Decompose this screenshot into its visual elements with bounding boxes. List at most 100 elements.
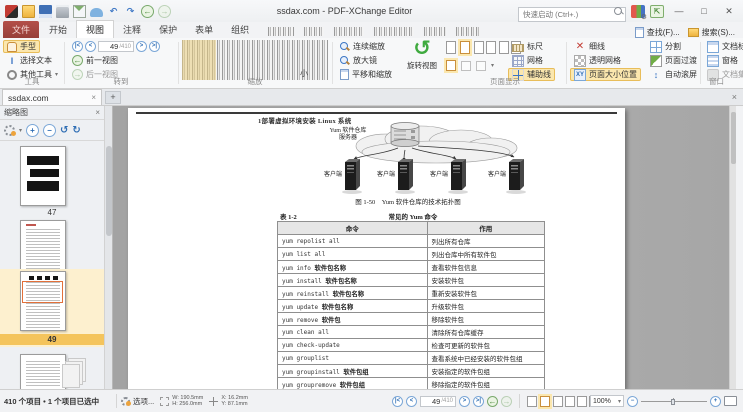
select-text-button[interactable]: I 选择文本 <box>3 54 56 67</box>
tab-home[interactable]: 开始 <box>40 21 76 38</box>
rotate-cw-icon[interactable]: ↻ <box>72 125 80 136</box>
prev-page-button[interactable]: < <box>85 41 96 52</box>
single-page-continuous-icon[interactable] <box>540 396 550 407</box>
continuous-zoom-button[interactable]: 连续缩放 <box>336 40 389 53</box>
loupe-button[interactable]: 放大镜 <box>336 54 381 67</box>
hand-tool-button[interactable]: 手型 <box>3 40 40 53</box>
next-page-button[interactable]: > <box>459 396 470 407</box>
save-icon[interactable] <box>39 5 52 18</box>
email-icon[interactable] <box>73 5 86 18</box>
single-page-continuous-icon[interactable] <box>460 41 470 54</box>
redo-icon[interactable]: ↷ <box>124 5 137 18</box>
tab-comment[interactable]: 注释 <box>114 21 150 38</box>
last-page-button[interactable]: >| <box>149 41 160 52</box>
first-page-button[interactable]: |< <box>72 41 83 52</box>
page-order-alt-icon[interactable] <box>476 61 486 71</box>
new-tab-button[interactable]: + <box>105 91 121 104</box>
close-tab-icon[interactable]: × <box>91 93 96 102</box>
fit-page-icon[interactable] <box>724 396 737 406</box>
zoom-out-button[interactable]: − <box>627 396 638 407</box>
title-bar: ↶ ↷ ← → ssdax.com - PDF-XChange Editor ⇱… <box>0 0 743 22</box>
last-page-button[interactable]: >| <box>473 396 484 407</box>
document-tab[interactable]: ssdax.com × <box>2 89 102 105</box>
close-panel-icon[interactable]: × <box>95 108 100 117</box>
ui-options-icon[interactable] <box>631 5 645 18</box>
scrolling-mode-icon[interactable] <box>446 60 456 71</box>
ruler-button[interactable]: 标尺 <box>508 40 547 53</box>
table-row: yum groupremove 软件包组移除指定的软件包组 <box>278 378 545 390</box>
zoom-in-button[interactable]: + <box>710 396 721 407</box>
next-page-button[interactable]: > <box>136 41 147 52</box>
back-view-icon[interactable]: ← <box>141 5 154 18</box>
tab-protect[interactable]: 保护 <box>150 21 186 38</box>
table-row: yum reinstall 软件包名称重新安装软件包 <box>278 287 545 300</box>
close-icon[interactable]: × <box>732 92 743 105</box>
zoom-in-thumbs-button[interactable]: + <box>26 124 39 137</box>
single-page-icon[interactable] <box>527 396 537 407</box>
open-icon[interactable] <box>22 5 35 18</box>
next-view-icon[interactable]: → <box>501 396 512 407</box>
prev-page-button[interactable]: < <box>406 396 417 407</box>
zoom-out-thumbs-button[interactable]: − <box>43 124 56 137</box>
thumbnail-page-50[interactable] <box>20 354 66 389</box>
ribbon-tab-row: 文件 开始 视图 注释 保护 表单 组织 查找(F)... 搜索(S)... <box>0 22 743 38</box>
app-logo-icon <box>5 5 18 18</box>
document-scrollbar[interactable] <box>729 106 736 389</box>
rotate-ccw-icon[interactable]: ↺ <box>60 125 68 136</box>
search-button[interactable]: 搜索(S)... <box>688 27 735 38</box>
sidebar-scrollbar[interactable] <box>104 106 112 389</box>
grid-button[interactable]: 网格 <box>508 54 547 67</box>
page-transition-button[interactable]: 页面过渡 <box>646 54 701 67</box>
fullscreen-icon[interactable]: ⇱ <box>650 5 664 18</box>
zoom-slider-thumb[interactable] <box>671 399 675 405</box>
minimize-button[interactable]: — <box>669 4 689 19</box>
page-number-box[interactable]: 49 /410 <box>420 396 456 407</box>
two-pages-icon[interactable] <box>553 396 563 407</box>
document-tabs-button[interactable]: 文档标签页 <box>703 40 743 53</box>
quick-launch-input[interactable] <box>518 7 626 22</box>
tab-file[interactable]: 文件 <box>3 21 39 38</box>
previous-view-icon[interactable]: ← <box>487 396 498 407</box>
document-scroll-thumb[interactable] <box>731 112 736 164</box>
single-page-icon[interactable] <box>446 41 456 54</box>
transparency-grid-button[interactable]: 透明网格 <box>570 54 625 67</box>
loupe-label: 放大镜 <box>353 55 377 66</box>
thin-lines-button[interactable]: ✕ 细线 <box>570 40 609 53</box>
pan-zoom-button[interactable]: 平移和缩放 <box>336 68 396 81</box>
viewport-rect[interactable] <box>22 281 63 303</box>
page-order-icon[interactable] <box>461 61 471 71</box>
document-view[interactable]: 1部署虚拟环境安装 Linux 系统 <box>113 106 736 389</box>
quick-launch-search[interactable] <box>518 4 626 19</box>
zoom-value: 100% <box>593 398 611 405</box>
two-pages-continuous-icon[interactable] <box>577 396 587 407</box>
glitch-tab-3 <box>334 27 364 36</box>
zoom-slider[interactable] <box>641 396 707 407</box>
document-tab-label: ssdax.com <box>8 93 49 103</box>
undo-icon[interactable]: ↶ <box>107 5 120 18</box>
zoom-level-box[interactable]: 100% ▾ <box>590 395 624 407</box>
thumbnail-page-49[interactable] <box>20 271 66 331</box>
tab-form[interactable]: 表单 <box>186 21 222 38</box>
pdf-page[interactable]: 1部署虚拟环境安装 Linux 系统 <box>128 108 625 389</box>
rotate-view-button[interactable]: ↺ 旋转视图 <box>402 38 442 71</box>
options-button[interactable]: 选项... <box>121 396 154 407</box>
tab-organize[interactable]: 组织 <box>222 21 258 38</box>
previous-view-button[interactable]: ← 前一视图 <box>68 54 122 67</box>
page-number-box[interactable]: 49 /410 <box>98 41 134 52</box>
thumbnail-page-47[interactable] <box>20 146 66 206</box>
two-pages-icon[interactable] <box>474 41 484 54</box>
options-gear-icon[interactable] <box>4 125 15 136</box>
page-size-button[interactable]: XY 页面大小位置 <box>570 68 641 81</box>
split-button[interactable]: 分割 <box>646 40 685 53</box>
status-bar: 410 个项目 • 1 个项目已选中 选项... W: 190.5mmH: 25… <box>0 389 743 412</box>
tab-view[interactable]: 视图 <box>76 20 114 38</box>
cloud-upload-icon[interactable] <box>90 8 103 17</box>
pan-zoom-label: 平移和缩放 <box>352 69 392 80</box>
panes-button[interactable]: 窗格 <box>703 54 742 67</box>
first-page-button[interactable]: |< <box>392 396 403 407</box>
find-button[interactable]: 查找(F)... <box>635 27 680 38</box>
forward-view-icon[interactable]: → <box>158 5 171 18</box>
maximize-button[interactable]: □ <box>694 4 714 19</box>
print-icon[interactable] <box>56 5 69 18</box>
close-button[interactable]: ✕ <box>719 4 739 19</box>
